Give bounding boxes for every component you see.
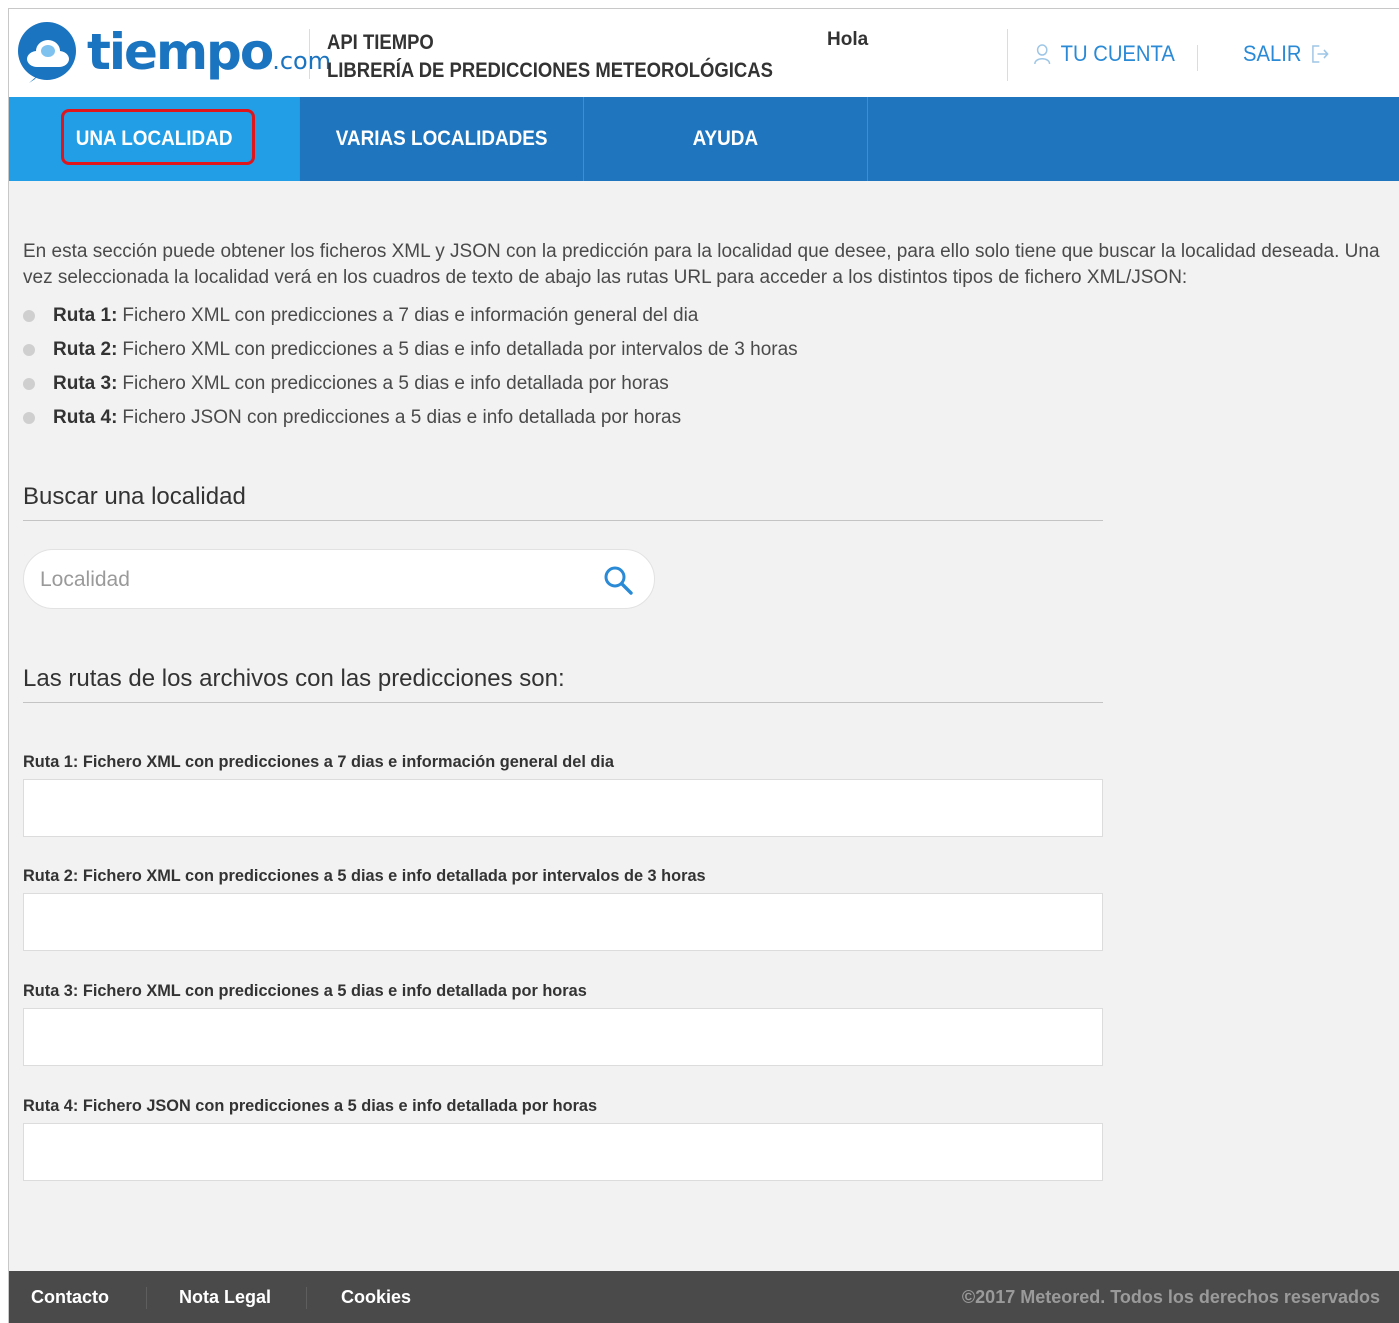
logout-link[interactable]: SALIR [1243, 41, 1329, 67]
list-item: Ruta 3: Fichero XML con predicciones a 5 … [23, 367, 798, 401]
list-item: Ruta 1: Fichero XML con predicciones a 7 … [23, 299, 798, 333]
bullet-desc: Fichero XML con predicciones a 7 dias e … [122, 305, 699, 326]
tab-ayuda[interactable]: AYUDA [584, 97, 868, 181]
api-title-line1: API TIEMPO [327, 31, 434, 54]
section-divider [23, 520, 1103, 521]
tab-una-localidad[interactable]: UNA LOCALIDAD [9, 97, 300, 181]
logo-suffix: .com [272, 47, 332, 75]
site-footer: Contacto Nota Legal Cookies ©2017 Meteor… [9, 1271, 1399, 1323]
logout-label: SALIR [1243, 41, 1302, 66]
greeting-text: Hola [827, 29, 869, 50]
tab-label: AYUDA [692, 127, 759, 150]
route-2-field[interactable] [23, 893, 1103, 951]
search-box [23, 549, 655, 609]
search-input[interactable] [38, 558, 582, 602]
bullet-key: Ruta 1: [53, 305, 118, 326]
route-3-field[interactable] [23, 1008, 1103, 1066]
bullet-key: Ruta 4: [53, 407, 118, 428]
intro-text: En esta sección puede obtener los ficher… [23, 241, 1380, 288]
tab-label: VARIAS LOCALIDADES [335, 127, 548, 150]
route-4-label: Ruta 4: Fichero JSON con predicciones a … [23, 1096, 598, 1115]
route-bullet-list: Ruta 1: Fichero XML con predicciones a 7 … [23, 299, 798, 435]
route-3-label: Ruta 3: Fichero XML con predicciones a 5… [23, 981, 587, 1000]
bullet-desc: Fichero XML con predicciones a 5 dias e … [122, 373, 669, 394]
bullet-desc: Fichero XML con predicciones a 5 dias e … [122, 339, 798, 360]
route-1-field[interactable] [23, 779, 1103, 837]
footer-link-contacto[interactable]: Contacto [31, 1271, 109, 1323]
bullet-desc: Fichero JSON con predicciones a 5 dias e… [122, 407, 682, 428]
bullet-dot [23, 310, 35, 322]
search-icon[interactable] [602, 564, 634, 596]
highlight-annotation [61, 109, 255, 165]
logo-name: tiempo [87, 23, 274, 81]
routes-section-title: Las rutas de los archivos con las predic… [23, 665, 565, 692]
section-divider [23, 702, 1103, 703]
site-header: tiempo.com API TIEMPO LIBRERÍA DE PREDIC… [9, 9, 1399, 97]
list-item: Ruta 4: Fichero JSON con predicciones a 5… [23, 401, 798, 435]
footer-link-cookies[interactable]: Cookies [341, 1271, 411, 1323]
footer-divider [306, 1287, 307, 1309]
footer-link-nota-legal[interactable]: Nota Legal [179, 1271, 271, 1323]
tab-varias-localidades[interactable]: VARIAS LOCALIDADES [300, 97, 584, 181]
user-icon [1034, 44, 1051, 65]
logout-icon [1311, 45, 1329, 63]
api-title-line2: LIBRERÍA DE PREDICCIONES METEOROLÓGICAS [327, 59, 773, 82]
route-1-label: Ruta 1: Fichero XML con predicciones a 7… [23, 752, 615, 771]
list-item: Ruta 2: Fichero XML con predicciones a 5 … [23, 333, 798, 367]
header-divider [1007, 29, 1008, 81]
route-2-label: Ruta 2: Fichero XML con predicciones a 5… [23, 866, 706, 885]
bullet-key: Ruta 3: [53, 373, 118, 394]
header-divider [309, 29, 310, 79]
bullet-key: Ruta 2: [53, 339, 118, 360]
route-4-field[interactable] [23, 1123, 1103, 1181]
main-nav: UNA LOCALIDAD VARIAS LOCALIDADES AYUDA [9, 97, 1399, 181]
bullet-dot [23, 412, 35, 424]
search-section-title: Buscar una localidad [23, 483, 246, 510]
logo-wordmark: tiempo.com [87, 19, 331, 94]
copyright-text: ©2017 Meteored. Todos los derechos reser… [961, 1287, 1380, 1307]
page-frame: tiempo.com API TIEMPO LIBRERÍA DE PREDIC… [8, 8, 1399, 1323]
bullet-dot [23, 378, 35, 390]
account-label: TU CUENTA [1060, 41, 1175, 66]
footer-divider [146, 1287, 147, 1309]
cloud-logo-icon [18, 22, 76, 83]
site-logo[interactable]: tiempo.com [15, 19, 331, 85]
header-divider [1197, 45, 1198, 71]
bullet-dot [23, 344, 35, 356]
account-link[interactable]: TU CUENTA [1033, 41, 1175, 67]
api-title: API TIEMPO LIBRERÍA DE PREDICCIONES METE… [327, 29, 773, 85]
